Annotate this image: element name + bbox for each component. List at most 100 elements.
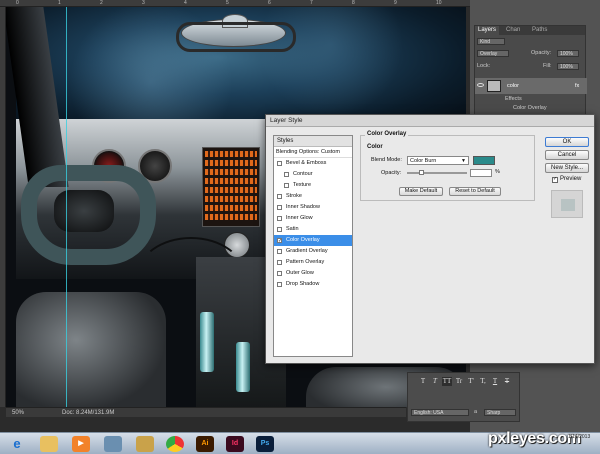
ruler-mark: 2	[100, 0, 103, 6]
fill-field[interactable]: 100%	[557, 63, 579, 70]
make-default-button[interactable]: Make Default	[399, 187, 443, 196]
opacity-field[interactable]: 100%	[557, 50, 579, 57]
eye-icon[interactable]	[477, 83, 484, 87]
antialias-label: a	[474, 409, 478, 415]
style-item-label: Outer Glow	[286, 270, 314, 276]
style-item-satin[interactable]: Satin	[274, 224, 352, 235]
media-icon[interactable]: ▶	[72, 436, 90, 452]
blend-mode-select[interactable]: Overlay	[477, 50, 509, 57]
all-caps-button[interactable]: TT	[442, 377, 452, 386]
faux-bold-button[interactable]: T	[418, 377, 428, 386]
style-checkbox[interactable]	[277, 271, 282, 276]
color-overlay-group: Color Overlay Color Blend Mode: Color Bu…	[360, 131, 535, 201]
layers-tabs: Layers Chan Paths	[475, 26, 585, 35]
superscript-button[interactable]: T'	[466, 377, 476, 386]
blend-mode-value: Color Burn	[410, 158, 437, 164]
subsection-title: Color	[367, 144, 383, 150]
indesign-icon[interactable]: Id	[226, 436, 244, 452]
style-item-inner-glow[interactable]: Inner Glow	[274, 213, 352, 224]
style-checkbox[interactable]	[277, 205, 282, 210]
style-item-bevel-emboss[interactable]: Bevel & Emboss	[274, 158, 352, 169]
watermark-text: pxleyes.com	[488, 430, 581, 447]
strikethrough-button[interactable]: T	[502, 377, 512, 386]
opacity-slider[interactable]	[407, 170, 467, 175]
cylinder-image	[200, 312, 214, 372]
language-select[interactable]: English: USA	[411, 409, 469, 416]
opacity-label: Opacity:	[531, 50, 552, 56]
ok-button[interactable]: OK	[545, 137, 589, 147]
style-item-contour[interactable]: Contour	[274, 169, 352, 180]
folder-icon[interactable]	[40, 436, 58, 452]
ruler-mark: 6	[268, 0, 271, 6]
chrome-icon[interactable]	[166, 436, 184, 452]
preview-checkbox[interactable]	[552, 176, 558, 183]
layer-row-color[interactable]: color fx	[475, 78, 587, 94]
style-item-inner-shadow[interactable]: Inner Shadow	[274, 202, 352, 213]
tool-icon[interactable]	[136, 436, 154, 452]
style-item-stroke[interactable]: Stroke	[274, 191, 352, 202]
antialias-select[interactable]: Sharp	[484, 409, 516, 416]
style-item-color-overlay[interactable]: Color Overlay	[274, 235, 352, 247]
photoshop-icon[interactable]: Ps	[256, 436, 274, 452]
clock-date: 1/14/2013	[568, 434, 591, 440]
style-item-outer-glow[interactable]: Outer Glow	[274, 268, 352, 279]
style-item-label: Inner Glow	[286, 215, 313, 221]
filter-kind-select[interactable]: Kind	[477, 38, 505, 45]
ruler-mark: 7	[310, 0, 313, 6]
blending-options-item[interactable]: Blending Options: Custom	[274, 147, 352, 158]
fx-icon[interactable]: fx	[575, 83, 579, 89]
style-item-pattern-overlay[interactable]: Pattern Overlay	[274, 257, 352, 268]
small-caps-button[interactable]: Tr	[454, 377, 464, 386]
zoom-level[interactable]: 50%	[12, 408, 24, 418]
style-checkbox[interactable]	[277, 260, 282, 265]
opacity-label: Opacity:	[381, 170, 402, 176]
lock-label: Lock:	[477, 63, 491, 69]
top-ruler: 0 1 2 3 4 5 6 7 8 9 10	[0, 0, 470, 7]
subscript-button[interactable]: T,	[478, 377, 488, 386]
tab-channels[interactable]: Chan	[503, 26, 523, 35]
layer-name[interactable]: color	[507, 83, 519, 89]
styles-list: Styles Blending Options: Custom Bevel & …	[273, 135, 353, 357]
doc-size: Doc: 8.24M/131.9M	[62, 410, 115, 416]
style-checkbox[interactable]	[277, 236, 282, 247]
tab-paths[interactable]: Paths	[529, 26, 550, 35]
style-checkbox[interactable]	[284, 172, 289, 177]
section-title: Color Overlay	[365, 131, 409, 137]
opacity-input[interactable]	[470, 169, 492, 177]
blend-mode-dropdown[interactable]: Color Burn ▼	[407, 156, 469, 165]
style-item-drop-shadow[interactable]: Drop Shadow	[274, 279, 352, 290]
style-item-gradient-overlay[interactable]: Gradient Overlay	[274, 246, 352, 257]
style-item-texture[interactable]: Texture	[274, 180, 352, 191]
effect-color-overlay[interactable]: Color Overlay	[513, 105, 547, 111]
style-checkbox[interactable]	[284, 183, 289, 188]
style-preview-swatch	[551, 190, 583, 218]
style-checkbox[interactable]	[277, 161, 282, 166]
cylinder-image	[236, 342, 250, 392]
ie-icon[interactable]: e	[8, 436, 26, 452]
layers-panel: Layers Chan Paths Kind Overlay Opacity: …	[474, 25, 587, 115]
style-item-label: Texture	[293, 182, 312, 188]
style-checkbox[interactable]	[277, 282, 282, 287]
photoshop-window: 0 1 2 3 4 5 6 7 8 9 10 50% Doc: 8.24M/13…	[0, 0, 600, 454]
overlay-color-swatch[interactable]	[473, 156, 495, 165]
effects-label[interactable]: Effects	[505, 96, 522, 102]
style-checkbox[interactable]	[277, 194, 282, 199]
reset-default-button[interactable]: Reset to Default	[449, 187, 501, 196]
guide-line[interactable]	[66, 7, 67, 407]
new-style-button[interactable]: New Style...	[545, 163, 589, 173]
styles-header[interactable]: Styles	[274, 136, 352, 147]
illustrator-icon[interactable]: Ai	[196, 436, 214, 452]
steering-wheel-image	[21, 165, 156, 265]
cancel-button[interactable]: Cancel	[545, 150, 589, 160]
faux-italic-button[interactable]: T	[430, 377, 440, 386]
network-icon[interactable]	[104, 436, 122, 452]
tab-layers[interactable]: Layers	[475, 26, 500, 35]
style-checkbox[interactable]	[277, 216, 282, 221]
slider-thumb[interactable]	[419, 170, 424, 175]
chevron-down-icon: ▼	[461, 158, 466, 164]
style-item-label: Bevel & Emboss	[286, 160, 327, 166]
dialog-title: Layer Style	[266, 115, 594, 127]
style-checkbox[interactable]	[277, 249, 282, 254]
style-checkbox[interactable]	[277, 227, 282, 232]
underline-button[interactable]: T	[490, 377, 500, 386]
